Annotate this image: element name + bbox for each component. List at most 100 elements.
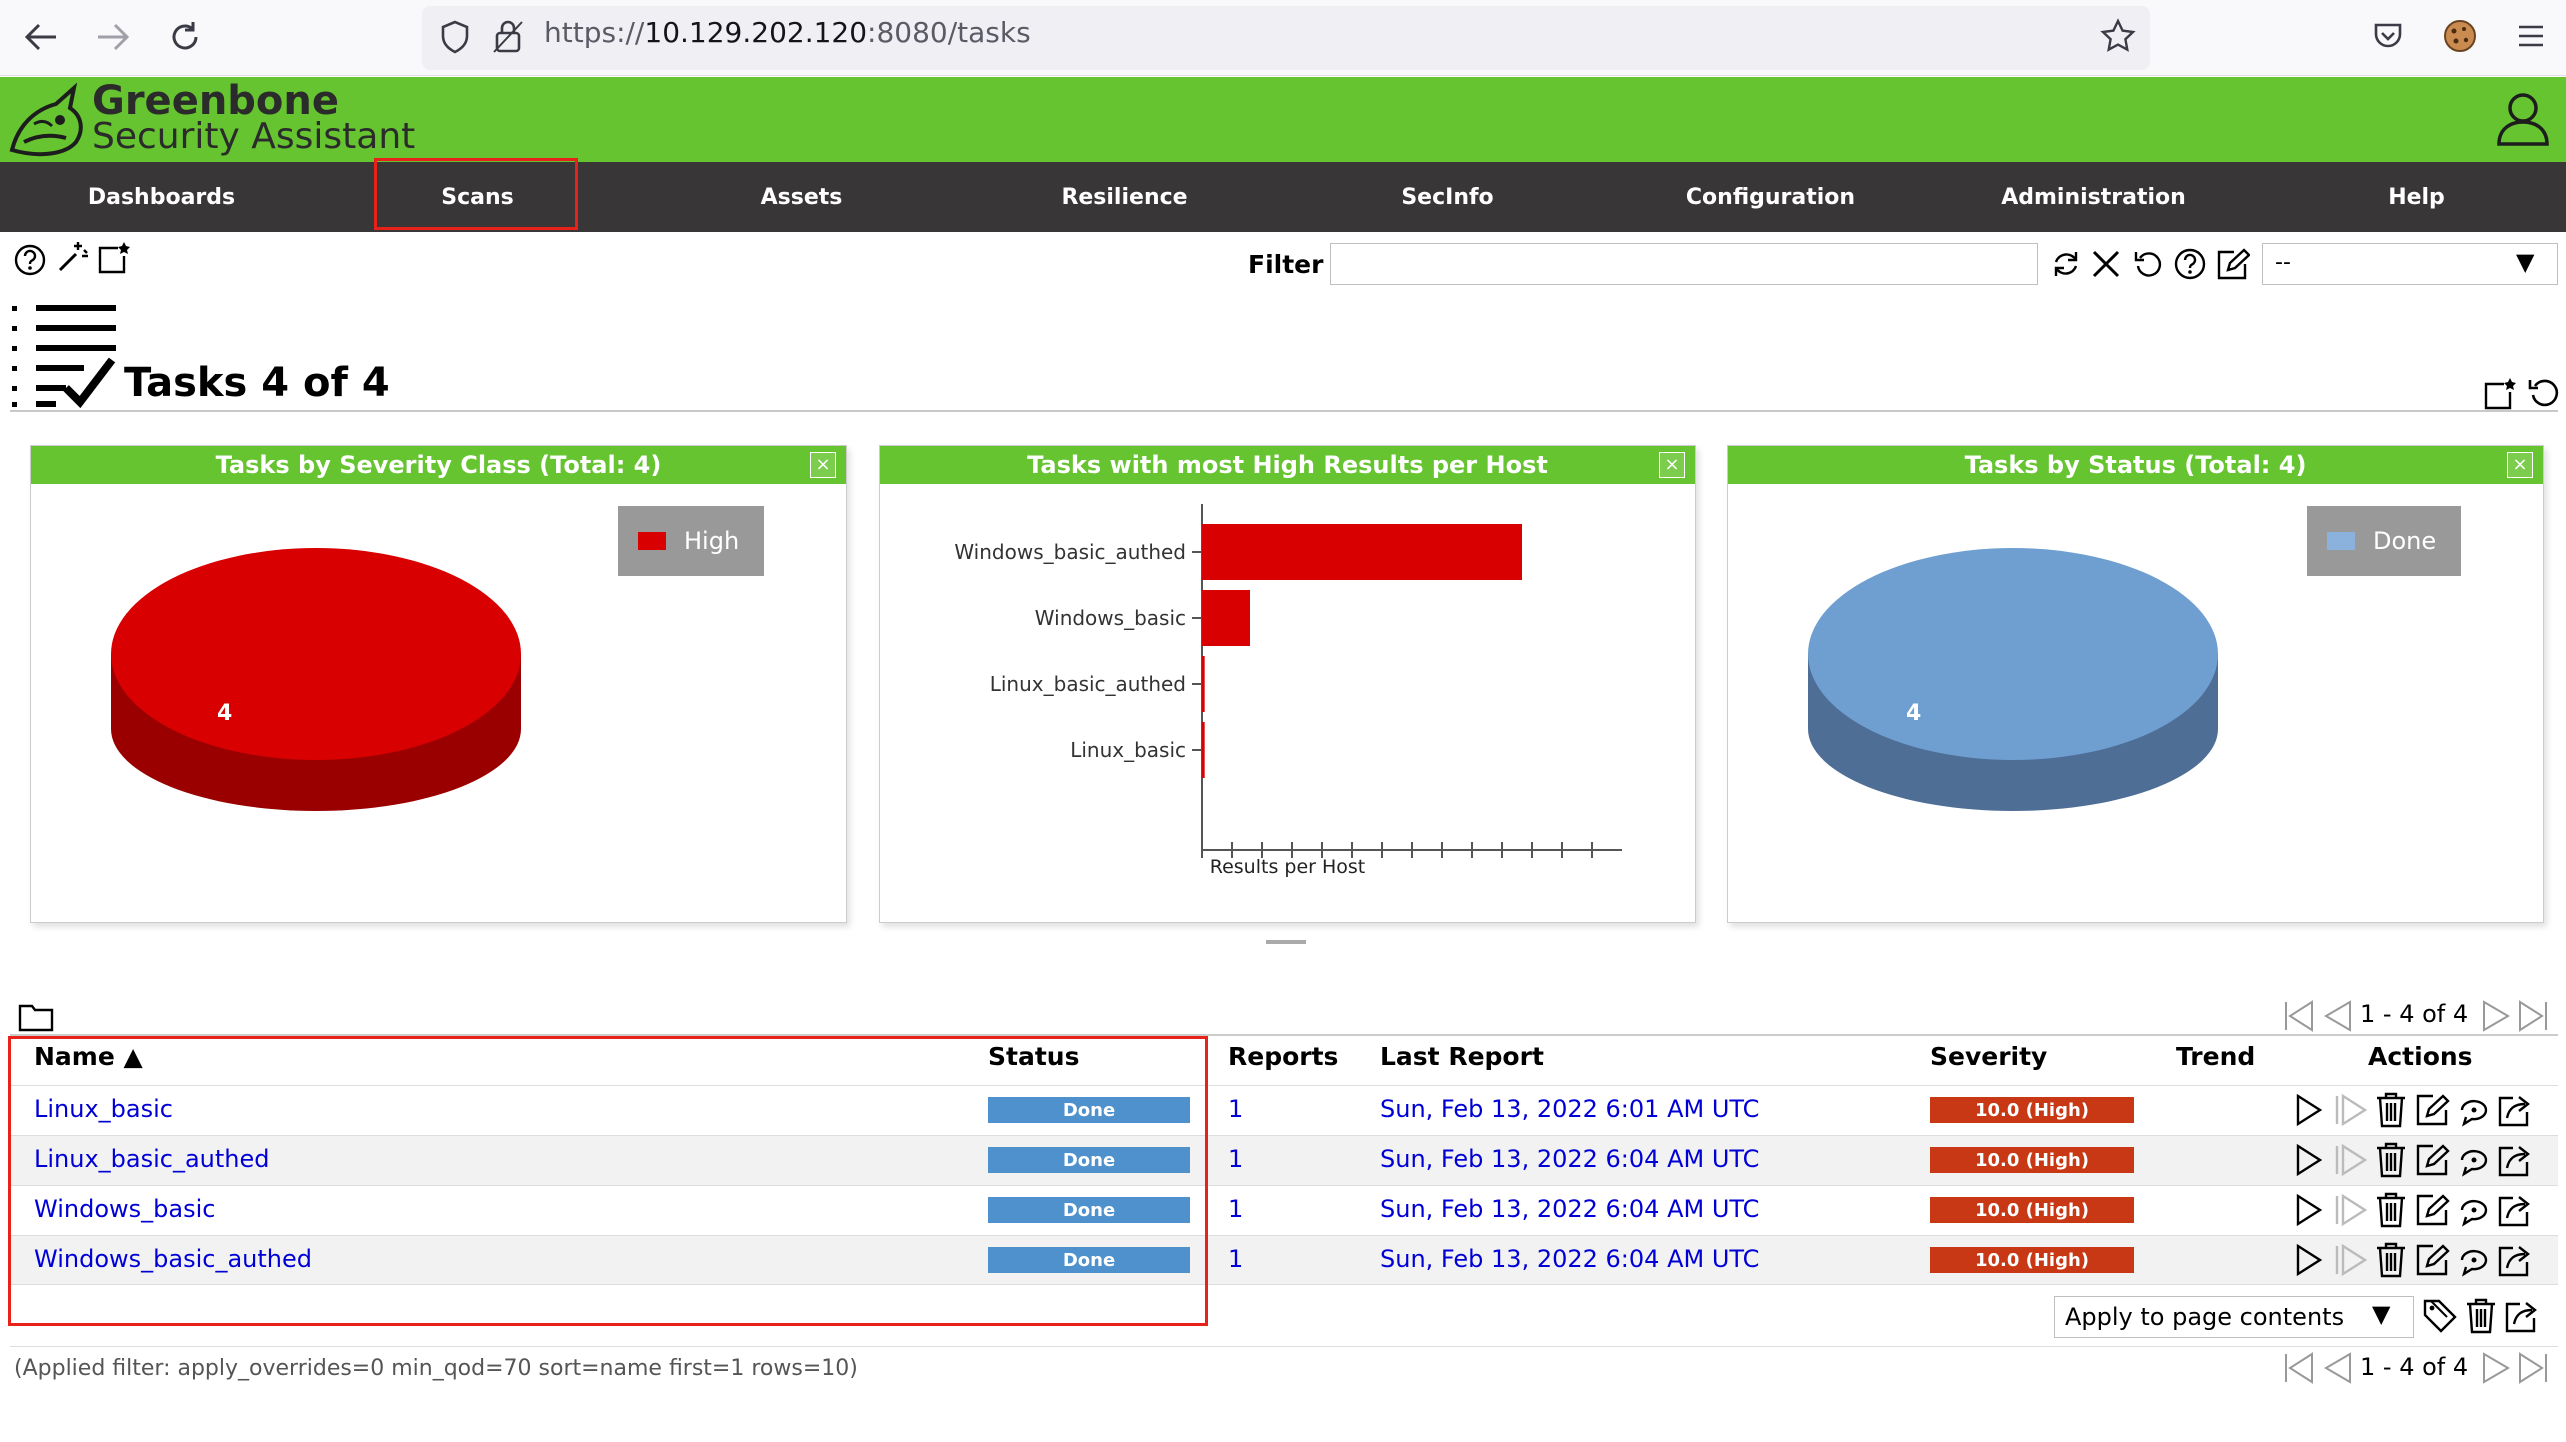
edit-task-icon[interactable] <box>2415 1142 2451 1178</box>
hamburger-menu-icon[interactable] <box>2516 22 2546 50</box>
resume-task-icon[interactable] <box>2333 1142 2369 1178</box>
menu-configuration[interactable]: Configuration <box>1609 162 1932 232</box>
menu-help[interactable]: Help <box>2255 162 2566 232</box>
reports-count-link[interactable]: 1 <box>1228 1195 1243 1223</box>
panel-title[interactable]: Tasks by Status (Total: 4) <box>1728 446 2543 484</box>
delete-task-icon[interactable] <box>2374 1142 2410 1178</box>
edit-task-icon[interactable] <box>2415 1242 2451 1278</box>
filter-help-icon[interactable] <box>2174 248 2206 280</box>
clone-task-icon[interactable] <box>2456 1242 2492 1278</box>
pie-slice-label: 4 <box>1906 701 1921 726</box>
forward-arrow-icon[interactable] <box>88 12 138 62</box>
bulk-action-select[interactable]: Apply to page contents <box>2054 1296 2414 1338</box>
bar-linux-basic[interactable] <box>1202 722 1205 778</box>
folder-icon[interactable] <box>18 1002 54 1032</box>
filter-input[interactable] <box>1330 243 2038 285</box>
url-text[interactable]: https://10.129.202.120:8080/tasks <box>544 16 1031 49</box>
dashboard-resize-handle[interactable] <box>1266 940 1306 944</box>
resume-task-icon[interactable] <box>2333 1192 2369 1228</box>
new-task-icon[interactable] <box>96 240 132 276</box>
start-task-icon[interactable] <box>2292 1092 2328 1128</box>
panel-title[interactable]: Tasks with most High Results per Host <box>880 446 1695 484</box>
page-title: Tasks 4 of 4 <box>124 360 390 406</box>
last-page-icon[interactable] <box>2516 1352 2550 1384</box>
chevron-down-icon: ▼ <box>2516 248 2535 276</box>
delete-task-icon[interactable] <box>2374 1242 2410 1278</box>
delete-task-icon[interactable] <box>2374 1092 2410 1128</box>
first-page-icon[interactable] <box>2282 1000 2316 1032</box>
next-page-icon[interactable] <box>2482 1352 2512 1384</box>
close-icon[interactable]: × <box>2507 452 2533 478</box>
previous-page-icon[interactable] <box>2322 1352 2352 1384</box>
column-header-severity[interactable]: Severity <box>1930 1042 2047 1071</box>
reset-filter-icon[interactable] <box>2132 248 2164 280</box>
reload-icon[interactable] <box>160 12 210 62</box>
clone-task-icon[interactable] <box>2456 1192 2492 1228</box>
star-icon[interactable] <box>2100 18 2136 54</box>
delete-task-icon[interactable] <box>2374 1192 2410 1228</box>
clone-task-icon[interactable] <box>2456 1092 2492 1128</box>
edit-task-icon[interactable] <box>2415 1092 2451 1128</box>
edit-task-icon[interactable] <box>2415 1192 2451 1228</box>
clone-task-icon[interactable] <box>2456 1142 2492 1178</box>
reports-count-link[interactable]: 1 <box>1228 1095 1243 1123</box>
menu-resilience[interactable]: Resilience <box>963 162 1286 232</box>
bar-windows-basic-authed[interactable] <box>1202 524 1522 580</box>
last-page-icon[interactable] <box>2516 1000 2550 1032</box>
tag-icon[interactable] <box>2422 1298 2458 1334</box>
resume-task-icon[interactable] <box>2333 1092 2369 1128</box>
bulk-export-icon[interactable] <box>2504 1298 2540 1334</box>
bulk-delete-icon[interactable] <box>2464 1298 2498 1334</box>
reset-dashboard-icon[interactable] <box>2526 376 2560 410</box>
next-page-icon[interactable] <box>2482 1000 2512 1032</box>
shield-icon[interactable] <box>440 20 470 54</box>
help-icon[interactable] <box>14 244 46 276</box>
first-page-icon[interactable] <box>2282 1352 2316 1384</box>
export-task-icon[interactable] <box>2497 1092 2533 1128</box>
severity-class-panel: Tasks by Severity Class (Total: 4) × Hig… <box>30 445 847 923</box>
bar-windows-basic[interactable] <box>1202 590 1250 646</box>
category-label: Windows_basic <box>1035 606 1186 630</box>
edit-filter-icon[interactable] <box>2216 248 2250 280</box>
back-arrow-icon[interactable] <box>16 12 66 62</box>
menu-assets[interactable]: Assets <box>640 162 963 232</box>
column-header-reports[interactable]: Reports <box>1228 1042 1338 1071</box>
export-task-icon[interactable] <box>2497 1142 2533 1178</box>
reports-count-link[interactable]: 1 <box>1228 1145 1243 1173</box>
resume-task-icon[interactable] <box>2333 1242 2369 1278</box>
menu-secinfo[interactable]: SecInfo <box>1286 162 1609 232</box>
export-task-icon[interactable] <box>2497 1242 2533 1278</box>
cookie-icon[interactable] <box>2442 18 2478 54</box>
menu-dashboards[interactable]: Dashboards <box>0 162 323 232</box>
close-icon[interactable]: × <box>1659 452 1685 478</box>
panel-title[interactable]: Tasks by Severity Class (Total: 4) <box>31 446 846 484</box>
start-task-icon[interactable] <box>2292 1192 2328 1228</box>
previous-page-icon[interactable] <box>2322 1000 2352 1032</box>
last-report-link[interactable]: Sun, Feb 13, 2022 6:04 AM UTC <box>1380 1195 1759 1223</box>
clear-filter-icon[interactable] <box>2090 248 2122 280</box>
reports-count-link[interactable]: 1 <box>1228 1245 1243 1273</box>
task-list-icon <box>10 300 118 410</box>
lock-icon[interactable] <box>492 18 524 54</box>
greenbone-logo-icon[interactable] <box>4 80 90 160</box>
user-profile-icon[interactable] <box>2496 90 2550 146</box>
start-task-icon[interactable] <box>2292 1142 2328 1178</box>
pie-chart-severity: 4 <box>111 548 521 811</box>
close-icon[interactable]: × <box>810 452 836 478</box>
last-report-link[interactable]: Sun, Feb 13, 2022 6:01 AM UTC <box>1380 1095 1759 1123</box>
column-header-trend[interactable]: Trend <box>2176 1042 2255 1071</box>
column-header-last-report[interactable]: Last Report <box>1380 1042 1544 1071</box>
last-report-link[interactable]: Sun, Feb 13, 2022 6:04 AM UTC <box>1380 1245 1759 1273</box>
pocket-icon[interactable] <box>2372 20 2404 52</box>
export-task-icon[interactable] <box>2497 1192 2533 1228</box>
bar-linux-basic-authed[interactable] <box>1202 656 1205 712</box>
last-report-link[interactable]: Sun, Feb 13, 2022 6:04 AM UTC <box>1380 1145 1759 1173</box>
start-task-icon[interactable] <box>2292 1242 2328 1278</box>
footer-rule <box>10 1346 2558 1347</box>
wizard-wand-icon[interactable] <box>56 240 90 274</box>
refresh-filter-icon[interactable] <box>2050 248 2082 280</box>
add-dashboard-display-icon[interactable] <box>2482 376 2518 412</box>
filter-select[interactable]: -- <box>2262 243 2558 285</box>
applied-filter-text: (Applied filter: apply_overrides=0 min_q… <box>14 1356 858 1381</box>
menu-administration[interactable]: Administration <box>1932 162 2255 232</box>
